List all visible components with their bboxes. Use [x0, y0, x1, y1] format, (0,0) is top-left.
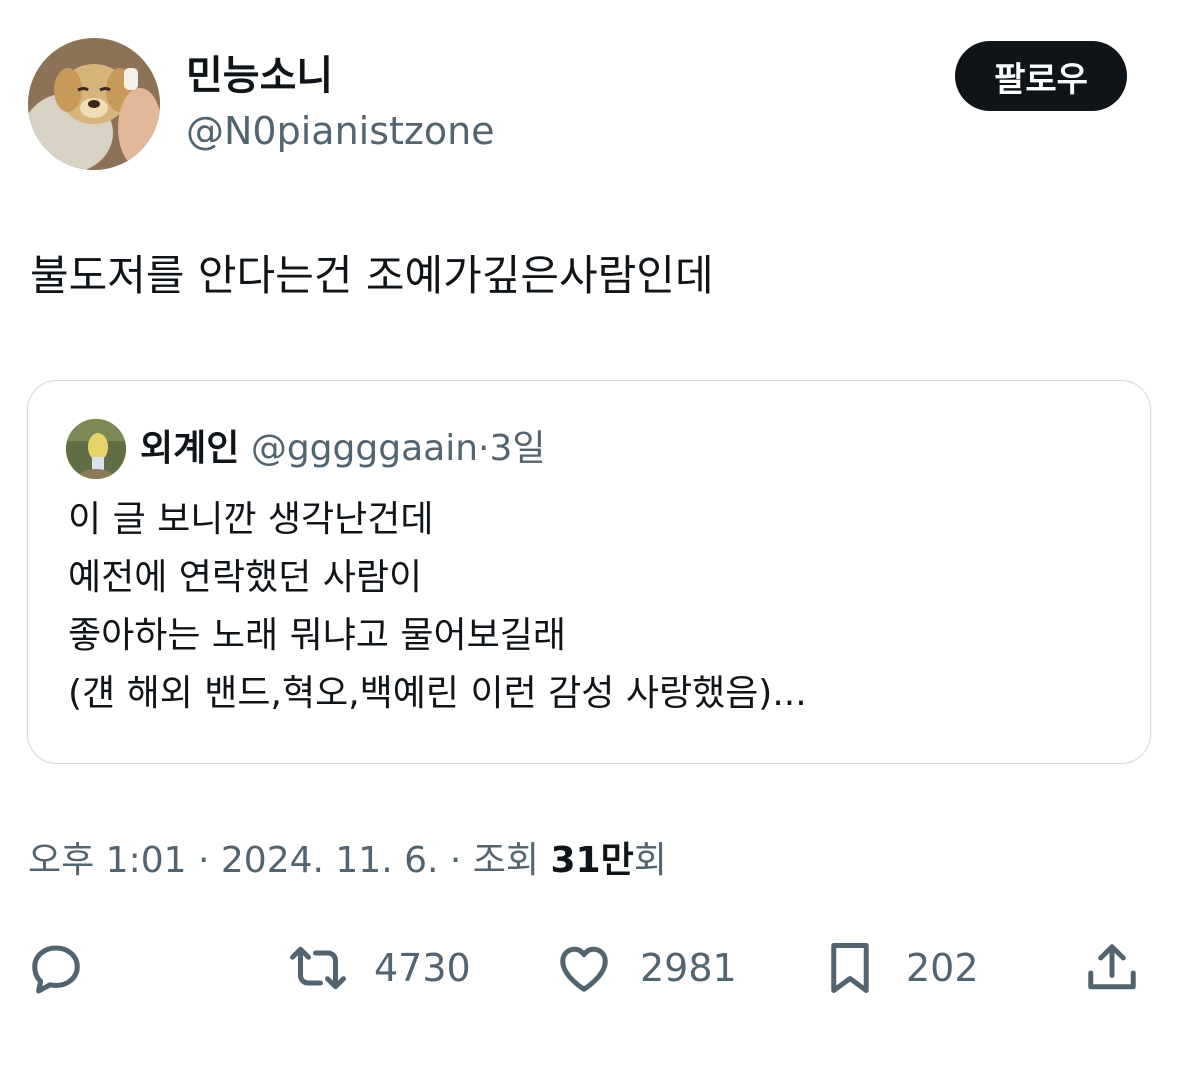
puppy-avatar-image — [28, 38, 160, 170]
bookmark-button[interactable]: 202 — [820, 930, 979, 1006]
quoted-separator: · — [478, 428, 490, 469]
author-avatar[interactable] — [28, 38, 160, 170]
follow-button[interactable]: 팔로우 — [955, 41, 1127, 111]
quoted-display-name: 외계인 — [140, 428, 240, 469]
quoted-line: (걘 해외 밴드,혁오,백예린 이런 감성 사랑했음)... — [68, 673, 807, 714]
tweet-text: 불도저를 안다는건 조예가깊은사람인데 — [30, 251, 714, 300]
reply-button[interactable] — [26, 930, 86, 1006]
share-icon — [1088, 944, 1136, 990]
views-suffix: 회 — [633, 840, 667, 881]
quoted-time: 3일 — [489, 428, 546, 469]
meta-separator: · — [449, 840, 462, 881]
quoted-line: 이 글 보니깐 생각난건데 — [68, 499, 434, 540]
action-bar: 4730 2981 202 — [0, 930, 1179, 1006]
retweet-count: 4730 — [374, 946, 471, 990]
views-label: 조회 — [472, 840, 540, 881]
bookmark-icon — [831, 943, 869, 993]
post-date[interactable]: 2024. 11. 6. — [221, 840, 439, 881]
views-count: 31만 — [550, 840, 634, 881]
quoted-line: 좋아하는 노래 뭐냐고 물어보길래 — [68, 615, 567, 656]
quoted-handle: @gggggaain — [250, 428, 479, 469]
heart-icon — [560, 946, 608, 992]
retweet-icon — [290, 946, 346, 990]
share-button[interactable] — [1082, 930, 1142, 1006]
quoted-tweet-card[interactable]: 외계인 @gggggaain·3일 이 글 보니깐 생각난건데 예전에 연락했던… — [27, 380, 1151, 764]
quoted-avatar-image — [66, 419, 126, 479]
quoted-line: 예전에 연락했던 사람이 — [68, 557, 423, 598]
like-button[interactable]: 2981 — [554, 930, 737, 1006]
reply-icon — [32, 945, 80, 994]
retweet-button[interactable]: 4730 — [288, 930, 471, 1006]
bookmark-count: 202 — [906, 946, 979, 990]
author-handle[interactable]: @N0pianistzone — [186, 108, 495, 154]
quoted-header: 외계인 @gggggaain·3일 — [140, 425, 546, 473]
meta-separator: · — [197, 840, 210, 881]
quoted-author-avatar — [66, 419, 126, 479]
like-count: 2981 — [640, 946, 737, 990]
author-display-name[interactable]: 민능소니 — [186, 52, 333, 100]
post-time[interactable]: 오후 1:01 — [28, 840, 187, 881]
quoted-text: 이 글 보니깐 생각난건데 예전에 연락했던 사람이 좋아하는 노래 뭐냐고 물… — [68, 491, 807, 723]
tweet-meta: 오후 1:01 · 2024. 11. 6. · 조회 31만회 — [28, 838, 667, 884]
